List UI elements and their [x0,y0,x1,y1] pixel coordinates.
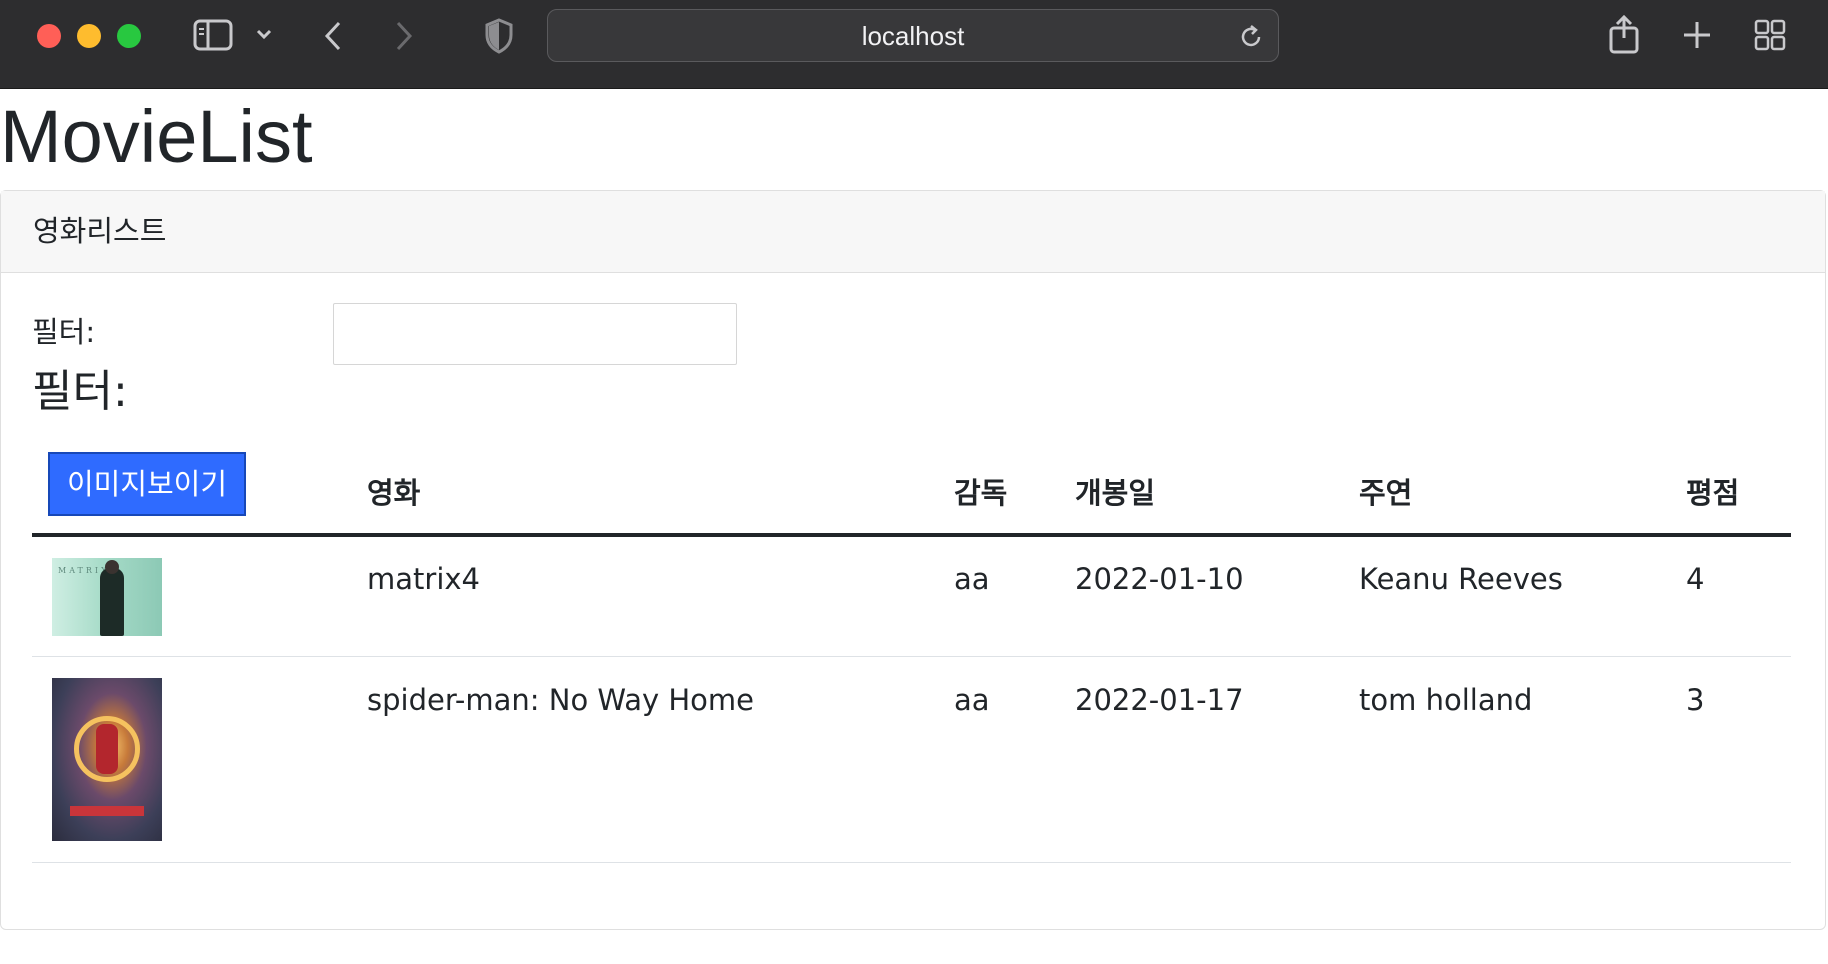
card-header: 영화리스트 [1,191,1825,273]
address-bar[interactable]: localhost [547,9,1279,62]
sidebar-icon[interactable] [193,19,233,51]
column-header-title[interactable]: 영화 [367,473,420,513]
row-1-title: matrix4 [367,562,480,596]
spiderman-poster-image [52,678,162,841]
row-1-actor: Keanu Reeves [1359,562,1563,596]
reload-icon[interactable] [1238,24,1264,54]
filter-label: 필터: [32,315,96,349]
matrix-poster-image: MATRIX [52,558,162,636]
row-2-director: aa [954,683,990,717]
row-2-title: spider-man: No Way Home [367,683,755,717]
row-1-release-date: 2022-01-10 [1075,562,1244,596]
page-title: MovieList [0,95,313,178]
column-header-actor[interactable]: 주연 [1359,473,1412,513]
privacy-shield-icon[interactable] [484,18,514,54]
row-divider [32,656,1791,657]
row-divider [32,862,1791,863]
new-tab-icon[interactable] [1682,20,1712,50]
close-window-button[interactable] [37,24,61,48]
row-2-rating: 3 [1686,683,1705,717]
row-1-director: aa [954,562,990,596]
share-icon[interactable] [1608,14,1640,54]
card-header-title: 영화리스트 [33,214,167,248]
zoom-window-button[interactable] [117,24,141,48]
chevron-down-icon[interactable] [256,28,272,40]
column-header-rating[interactable]: 평점 [1686,473,1739,513]
row-2-actor: tom holland [1359,683,1533,717]
row-2-release-date: 2022-01-17 [1075,683,1244,717]
row-1-rating: 4 [1686,562,1705,596]
show-images-button[interactable]: 이미지보이기 [48,452,246,516]
filter-echo-heading: 필터: [32,366,128,417]
filter-input[interactable] [333,303,737,365]
column-header-director[interactable]: 감독 [954,473,1007,513]
tab-overview-icon[interactable] [1754,19,1786,51]
browser-toolbar: localhost [0,0,1828,89]
table-header-divider [32,533,1791,537]
back-icon[interactable] [323,20,343,52]
forward-icon[interactable] [394,20,414,52]
url-text: localhost [861,21,965,51]
column-header-release-date[interactable]: 개봉일 [1075,473,1155,513]
minimize-window-button[interactable] [77,24,101,48]
